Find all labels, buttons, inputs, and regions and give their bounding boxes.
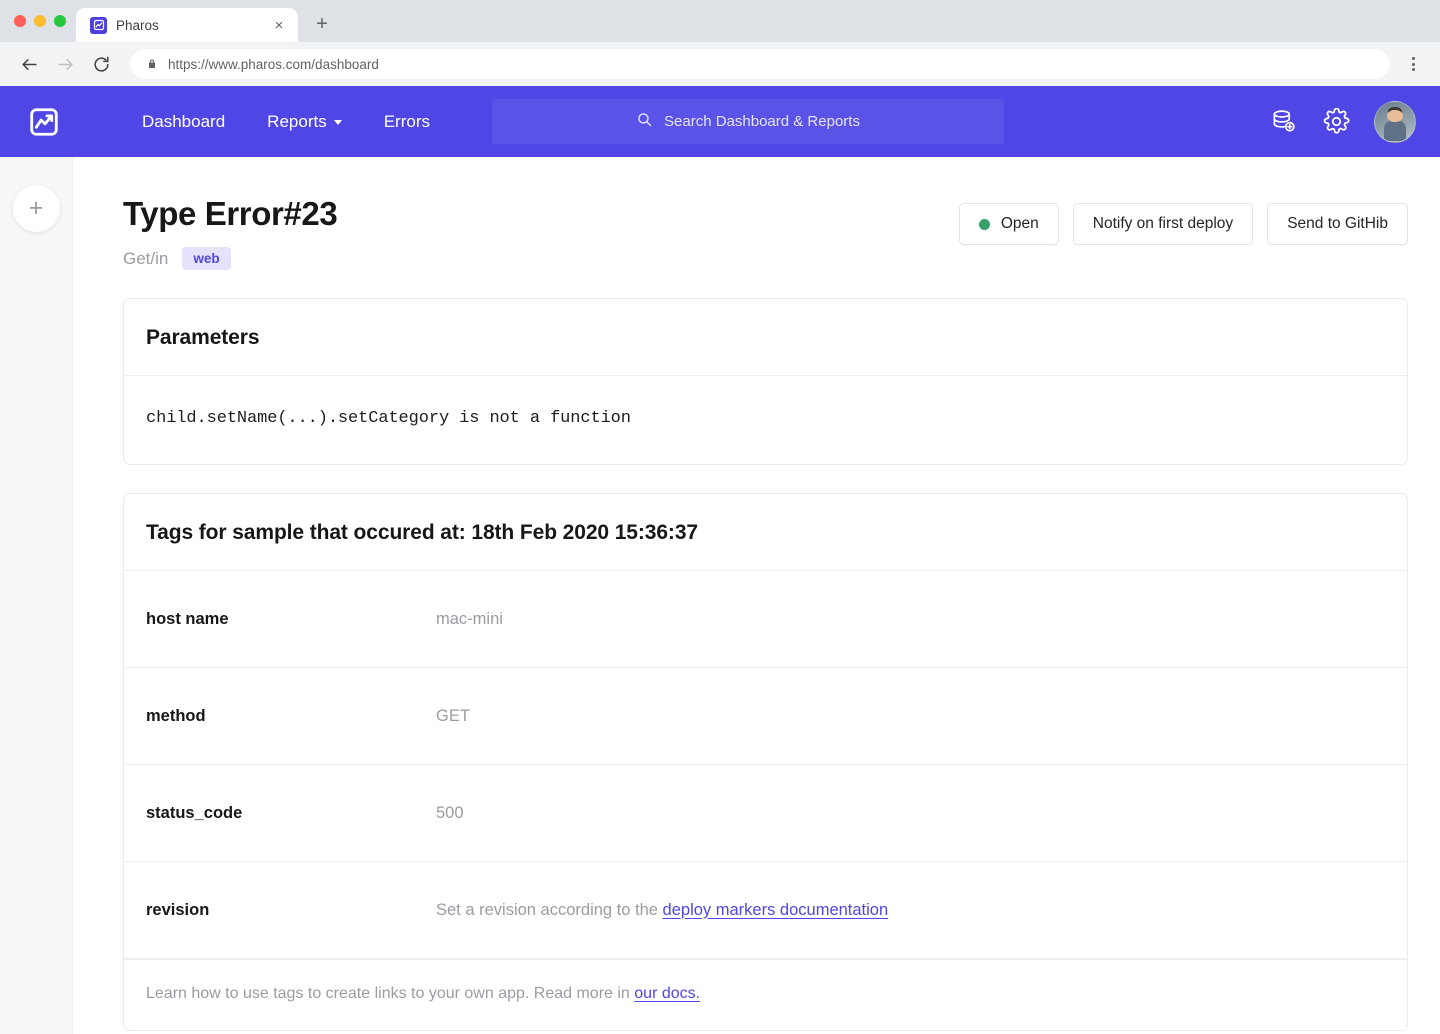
chevron-down-icon	[333, 120, 342, 125]
search-input[interactable]: Search Dashboard & Reports	[491, 99, 1004, 144]
forward-arrow-icon[interactable]	[48, 47, 82, 81]
page-header: Type Error#23 Get/in web Open Notify on …	[123, 195, 1408, 270]
table-row: status_code 500	[124, 765, 1407, 862]
revision-hint-text: Set a revision according to the	[436, 900, 663, 919]
browser-tab[interactable]: Pharos ×	[76, 8, 298, 42]
pharos-logo-icon[interactable]	[22, 100, 66, 144]
browser-tabstrip: Pharos × +	[0, 0, 1440, 42]
pharos-logo-icon	[90, 16, 107, 34]
deploy-markers-documentation-link[interactable]: deploy markers documentation	[663, 901, 889, 919]
status-dot-icon	[978, 218, 990, 230]
nav-item-dashboard[interactable]: Dashboard	[121, 112, 246, 132]
status-open-label: Open	[1000, 215, 1039, 232]
tag-key: status_code	[146, 803, 243, 822]
page-subtitle: Get/in web	[123, 247, 337, 270]
avatar[interactable]	[1374, 100, 1416, 143]
browser-chrome: Pharos × + https://www.pharos.com/dashbo…	[0, 0, 1440, 86]
tab-title: Pharos	[116, 17, 159, 33]
page-header-left: Type Error#23 Get/in web	[123, 195, 338, 270]
kebab-menu-icon[interactable]	[1398, 47, 1428, 81]
send-to-github-button[interactable]: Send to GitHib	[1267, 203, 1408, 245]
address-bar[interactable]: https://www.pharos.com/dashboard	[130, 49, 1390, 79]
tag-key: method	[146, 706, 206, 725]
app-navbar: Dashboard Reports Errors Search Dashboar…	[0, 86, 1440, 157]
nav-item-reports[interactable]: Reports	[246, 112, 363, 132]
tag-value: mac-mini	[436, 609, 503, 628]
tag-value: GET	[436, 706, 470, 725]
minimize-window-button[interactable]	[34, 15, 46, 27]
tag-value: 500	[436, 803, 464, 822]
window-traffic-lights	[12, 0, 76, 42]
reload-icon[interactable]	[84, 47, 118, 81]
browser-toolbar: https://www.pharos.com/dashboard	[0, 42, 1440, 86]
tags-card-header: Tags for sample that occured at: 18th Fe…	[124, 494, 1407, 571]
status-open-button[interactable]: Open	[958, 203, 1059, 245]
nav-item-errors[interactable]: Errors	[363, 112, 451, 132]
tag-key: host name	[146, 609, 229, 628]
main-content: Type Error#23 Get/in web Open Notify on …	[73, 157, 1440, 1034]
tag-value: Set a revision according to the deploy m…	[436, 901, 888, 920]
close-icon[interactable]: ×	[270, 16, 288, 34]
search-placeholder: Search Dashboard & Reports	[664, 113, 860, 130]
nav-label: Dashboard	[142, 111, 226, 131]
maximize-window-button[interactable]	[54, 15, 66, 27]
error-message: child.setName(...).setCategory is not a …	[146, 409, 631, 428]
navbar-right-actions	[1268, 100, 1416, 143]
nav-label: Reports	[267, 111, 327, 131]
status-badge: web	[182, 247, 231, 270]
page-actions: Open Notify on first deploy Send to GitH…	[958, 195, 1408, 245]
table-row: method GET	[124, 668, 1407, 765]
database-add-icon[interactable]	[1268, 107, 1298, 137]
parameters-title: Parameters	[146, 326, 260, 349]
our-docs-link[interactable]: our docs.	[634, 985, 700, 1002]
search-icon	[636, 111, 653, 133]
gear-icon[interactable]	[1321, 107, 1351, 137]
add-button[interactable]: +	[12, 185, 60, 232]
url-text: https://www.pharos.com/dashboard	[168, 56, 379, 72]
table-row: revision Set a revision according to the…	[124, 862, 1407, 959]
tags-title: Tags for sample that occured at: 18th Fe…	[146, 521, 698, 544]
docs-hint-text: Learn how to use tags to create links to…	[146, 985, 635, 1002]
tag-key: revision	[146, 900, 210, 919]
close-window-button[interactable]	[14, 15, 26, 27]
left-sidebar: +	[0, 157, 73, 1034]
lock-icon	[146, 57, 158, 71]
page-title: Type Error#23	[123, 195, 338, 232]
parameters-card-body: child.setName(...).setCategory is not a …	[124, 376, 1407, 464]
back-arrow-icon[interactable]	[12, 47, 46, 81]
docs-hint: Learn how to use tags to create links to…	[146, 985, 1385, 1003]
primary-nav: Dashboard Reports Errors	[121, 112, 451, 132]
nav-label: Errors	[383, 111, 430, 131]
new-tab-button[interactable]: +	[308, 10, 336, 38]
page-body: + Type Error#23 Get/in web Open Notify o…	[0, 157, 1440, 1034]
tags-card-footer: Learn how to use tags to create links to…	[124, 959, 1407, 1030]
table-row: host name mac-mini	[124, 571, 1407, 668]
notify-on-first-deploy-button[interactable]: Notify on first deploy	[1072, 203, 1254, 245]
parameters-card: Parameters child.setName(...).setCategor…	[123, 298, 1408, 465]
parameters-card-header: Parameters	[124, 299, 1407, 376]
tags-card: Tags for sample that occured at: 18th Fe…	[123, 493, 1408, 1031]
route-label: Get/in	[123, 248, 169, 268]
